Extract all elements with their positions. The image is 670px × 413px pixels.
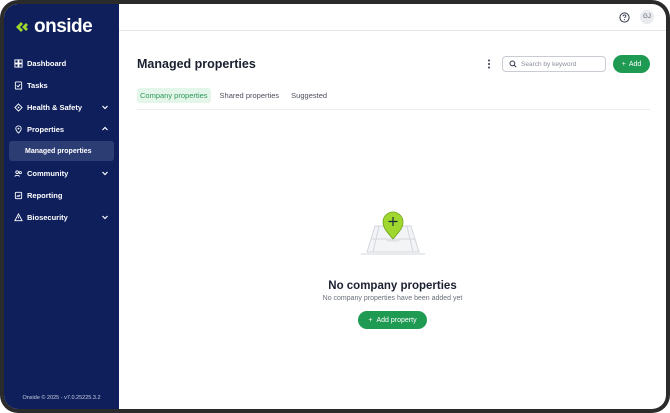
sidebar-item-label: Dashboard: [27, 58, 67, 68]
chevron-up-icon[interactable]: [101, 125, 109, 133]
chevron-down-icon[interactable]: [101, 103, 109, 111]
sidebar-item-label: Community: [27, 168, 69, 178]
add-button-label: Add: [628, 60, 642, 68]
tasks-icon: [14, 80, 23, 90]
tab-company-properties[interactable]: Company properties: [137, 87, 211, 103]
sidebar-item-label: Properties: [27, 124, 65, 134]
sidebar-subitem-label: Managed properties: [25, 147, 92, 155]
tab-suggested[interactable]: Suggested: [288, 88, 330, 103]
brand-logo[interactable]: onside: [14, 16, 93, 38]
sidebar-item-biosecurity[interactable]: Biosecurity: [4, 206, 119, 228]
chevron-down-icon[interactable]: [101, 213, 109, 221]
add-property-button[interactable]: + Add property: [358, 311, 427, 329]
user-avatar[interactable]: GJ: [640, 10, 654, 24]
empty-state-subtitle: No company properties have been added ye…: [322, 295, 463, 302]
sidebar-item-health-safety[interactable]: Health & Safety: [4, 96, 119, 118]
sidebar-subitem-managed-properties[interactable]: Managed properties: [9, 141, 114, 161]
top-bar: GJ: [119, 4, 666, 31]
property-tabs: Company properties Shared properties Sug…: [137, 85, 650, 110]
add-property-label: Add property: [376, 316, 417, 324]
sidebar-item-label: Biosecurity: [27, 212, 68, 222]
properties-icon: [14, 124, 23, 134]
brand-name: onside: [34, 16, 93, 37]
sidebar-item-properties[interactable]: Properties: [4, 118, 119, 140]
dashboard-icon: [14, 58, 23, 68]
sidebar-item-label: Health & Safety: [27, 102, 83, 112]
sidebar-item-community[interactable]: Community: [4, 162, 119, 184]
search-box: [502, 56, 606, 72]
community-icon: [14, 169, 23, 178]
add-button[interactable]: + Add: [613, 55, 650, 73]
chevron-down-icon[interactable]: [101, 169, 109, 177]
version-footer: Onside © 2025 - v7.0.25225.3.2: [22, 395, 101, 401]
health-safety-icon: [14, 102, 23, 112]
page-title: Managed properties: [137, 57, 256, 71]
tab-shared-properties[interactable]: Shared properties: [217, 88, 283, 103]
reporting-icon: [14, 191, 23, 200]
plus-icon: +: [621, 60, 626, 68]
sidebar-item-label: Tasks: [27, 80, 48, 90]
search-icon: [509, 60, 517, 68]
sidebar-item-reporting[interactable]: Reporting: [4, 184, 119, 206]
sidebar-item-dashboard[interactable]: Dashboard: [4, 52, 119, 74]
biosecurity-icon: [14, 212, 23, 222]
onside-logo-icon: [16, 22, 28, 32]
device-frame: onside Dashboard Tasks Health & Safety P…: [0, 0, 670, 413]
sidebar-item-tasks[interactable]: Tasks: [4, 74, 119, 96]
sidebar-item-label: Reporting: [27, 190, 63, 200]
plus-icon: +: [368, 316, 373, 324]
sidebar-nav: Dashboard Tasks Health & Safety Properti…: [4, 52, 119, 228]
empty-state: No company properties No company propert…: [119, 204, 666, 329]
search-input[interactable]: [521, 60, 601, 68]
page-header: Managed properties + Add: [137, 54, 650, 74]
main-content: GJ Managed properties + Add Company prop…: [119, 4, 666, 409]
empty-state-title: No company properties: [328, 280, 457, 292]
more-options-icon[interactable]: [484, 58, 494, 70]
sidebar: onside Dashboard Tasks Health & Safety P…: [4, 4, 119, 409]
map-pin-illustration-icon: [360, 211, 425, 255]
help-icon[interactable]: [619, 11, 630, 23]
app-window: onside Dashboard Tasks Health & Safety P…: [4, 4, 666, 409]
